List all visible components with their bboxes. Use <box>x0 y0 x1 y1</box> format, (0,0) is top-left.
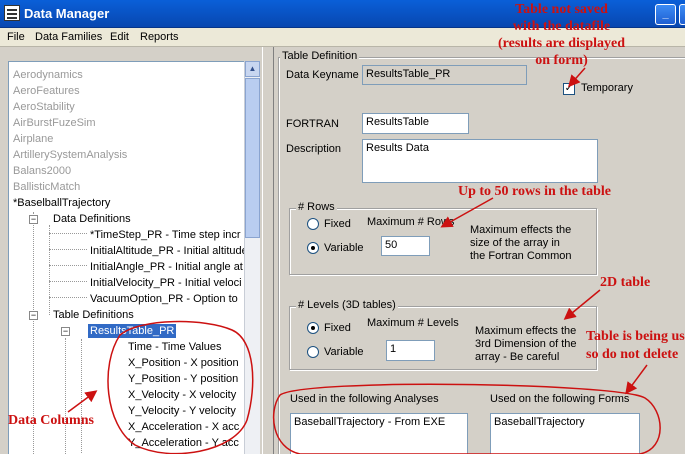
usage-highlight-ellipse <box>272 383 661 454</box>
annotation-line: so do not delete <box>586 347 679 362</box>
temporary-annotation: Table not saved with the datafile (resul… <box>498 1 625 69</box>
columns-arrow <box>67 390 98 413</box>
2d-table-annotation: 2D table <box>600 275 651 290</box>
rows-arrow <box>440 197 494 228</box>
annotation-line: Table is being us <box>586 329 685 344</box>
temporary-arrow <box>568 67 586 88</box>
rows-annotation: Up to 50 rows in the table <box>458 184 611 199</box>
usage-arrow <box>625 364 648 395</box>
columns-highlight-ellipse <box>107 320 254 454</box>
annotation-line: on form) <box>535 53 588 68</box>
in-use-annotation: Table is being us so do not delete <box>586 328 685 364</box>
annotation-line: with the datafile <box>512 19 611 34</box>
levels-arrow <box>563 289 601 320</box>
annotation-line: Table not saved <box>515 2 608 17</box>
annotation-line: (results are displayed <box>498 36 626 51</box>
columns-annotation: Data Columns <box>8 413 94 428</box>
